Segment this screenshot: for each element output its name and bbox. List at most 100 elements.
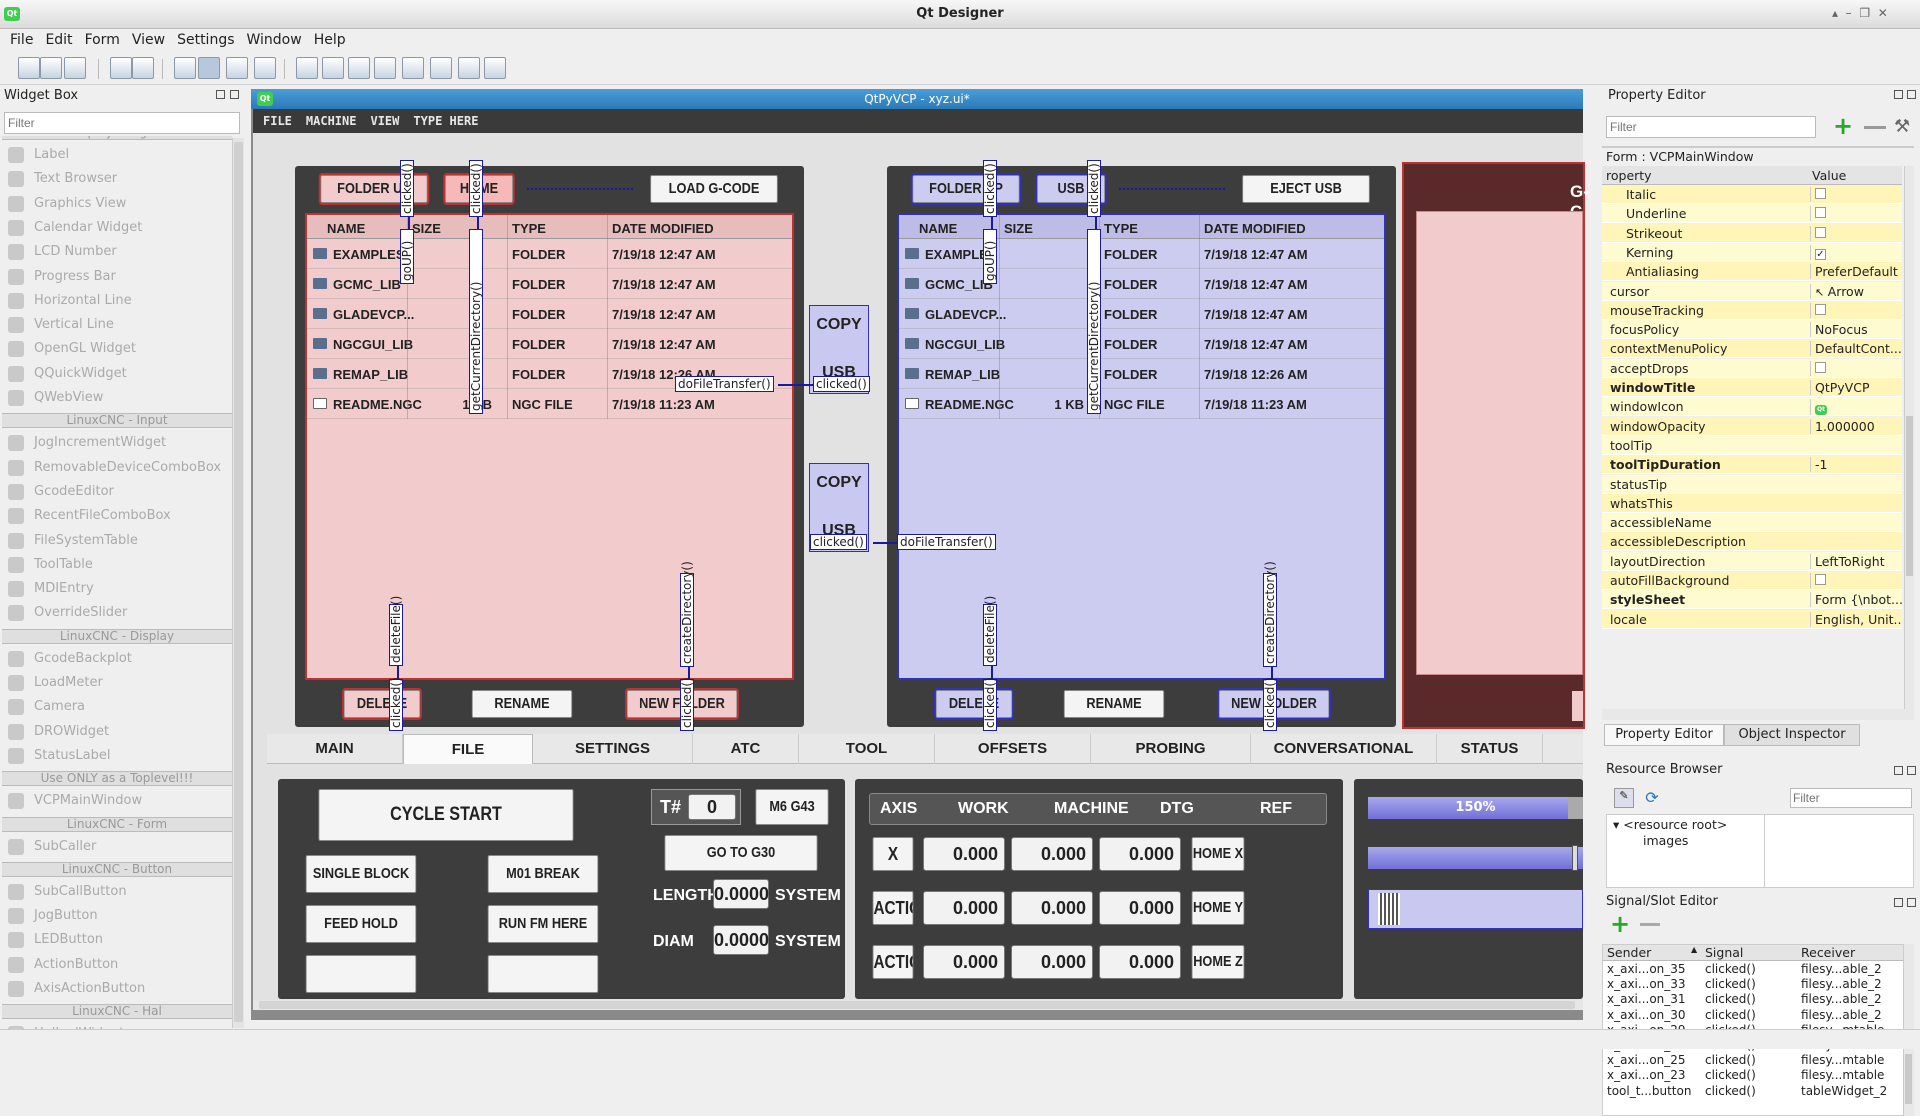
close-icon[interactable] <box>230 90 239 99</box>
checkbox-icon[interactable] <box>1815 207 1826 219</box>
adjust-size-icon[interactable] <box>484 57 506 79</box>
checkbox-icon[interactable] <box>1815 361 1826 373</box>
widget-item[interactable]: VCPMainWindow <box>4 789 232 813</box>
hidden-button[interactable] <box>305 955 417 993</box>
tab-object-inspector[interactable]: Object Inspector <box>1724 724 1860 746</box>
tab-settings[interactable]: SETTINGS <box>533 734 693 764</box>
signal-clicked-label[interactable]: clicked() <box>469 160 483 217</box>
slider-handle[interactable] <box>1572 845 1578 871</box>
widget-category-header[interactable]: Display Widgets <box>2 136 232 140</box>
feed-override-bar[interactable]: 150% <box>1368 797 1583 819</box>
close-icon[interactable] <box>1907 766 1916 775</box>
property-value[interactable]: QtPyVCP <box>1810 380 1902 395</box>
resource-files-view[interactable] <box>1764 814 1914 888</box>
spindle-override-slider[interactable] <box>1368 889 1583 929</box>
property-row[interactable]: layoutDirection LeftToRight <box>1602 551 1902 571</box>
widget-item[interactable]: StatusLabel <box>4 744 232 768</box>
widget-item[interactable]: ActionButton <box>4 953 232 977</box>
right-rename-button[interactable]: RENAME <box>1063 690 1165 718</box>
sort-icon[interactable]: ▲ <box>1691 945 1697 954</box>
property-value[interactable]: English, Unit... <box>1810 611 1902 627</box>
widget-item[interactable]: LoadMeter <box>4 671 232 695</box>
expand-icon[interactable]: ▾ <box>1613 817 1619 832</box>
left-rename-button[interactable]: RENAME <box>471 690 573 718</box>
widget-item[interactable]: JogIncrementWidget <box>4 431 232 455</box>
signal-clicked-label[interactable]: clicked() <box>680 677 694 731</box>
widget-item[interactable]: OverrideSlider <box>4 601 232 625</box>
signal-clicked-label[interactable]: clicked() <box>983 677 997 731</box>
right-eject-usb-button[interactable]: EJECT USB <box>1242 175 1370 203</box>
configure-icon[interactable]: ⚒ <box>1894 116 1910 137</box>
float-icon[interactable] <box>1894 766 1903 775</box>
widget-item[interactable]: GcodeBackplot <box>4 647 232 671</box>
widget-category-header[interactable]: LinuxCNC - Button <box>2 861 232 877</box>
property-value[interactable]: PreferDefault <box>1810 264 1902 280</box>
form-menu-type-here[interactable]: TYPE HERE <box>406 109 485 133</box>
tab-tool[interactable]: TOOL <box>799 734 935 764</box>
property-row[interactable]: accessibleName <box>1602 513 1902 533</box>
left-table-row[interactable]: GCMC_LIB FOLDER 7/19/18 12:47 AM <box>307 269 792 299</box>
left-delete-button[interactable]: DELETE <box>342 688 422 720</box>
column-header-size[interactable]: SIZE <box>412 221 441 236</box>
slot-doFileTransfer-label[interactable]: doFileTransfer() <box>675 376 774 392</box>
reload-icon[interactable]: ⟳ <box>1642 788 1662 808</box>
property-row[interactable]: focusPolicy NoFocus <box>1602 320 1902 340</box>
property-row[interactable]: locale English, Unit... <box>1602 609 1902 629</box>
minimize-icon[interactable]: – <box>1846 6 1852 20</box>
float-icon[interactable] <box>1894 898 1903 907</box>
menu-edit[interactable]: Edit <box>39 29 78 51</box>
remove-property-icon[interactable] <box>1864 126 1886 129</box>
tab-property-editor[interactable]: Property Editor <box>1604 724 1724 746</box>
property-row[interactable]: cursor ↖ Arrow <box>1602 281 1902 301</box>
right-folder-up-button[interactable]: FOLDER UP <box>910 173 1022 205</box>
property-row[interactable]: toolTipDuration -1 <box>1602 455 1902 475</box>
property-value[interactable] <box>1810 187 1902 202</box>
widget-item[interactable]: AxisActionButton <box>4 977 232 1001</box>
split-horizontal-icon[interactable] <box>348 57 370 79</box>
right-table-row[interactable]: EXAMPLES FOLDER 7/19/18 12:47 AM <box>899 239 1384 269</box>
split-vertical-icon[interactable] <box>374 57 396 79</box>
widget-box-scrollbar[interactable] <box>232 138 244 1028</box>
edit-taborder-icon[interactable] <box>254 57 276 79</box>
connection-row[interactable]: x_axi...on_23 clicked() filesy...mtable <box>1603 1068 1903 1083</box>
column-header-type[interactable]: TYPE <box>512 221 546 236</box>
property-value[interactable]: ✓ <box>1810 244 1902 260</box>
column-header-name[interactable]: NAME <box>919 221 957 236</box>
widget-category-header[interactable]: LinuxCNC - Input <box>2 413 232 429</box>
right-table-row[interactable]: GCMC_LIB FOLDER 7/19/18 12:47 AM <box>899 269 1384 299</box>
tab-probing[interactable]: PROBING <box>1091 734 1251 764</box>
layout-vertical-icon[interactable] <box>322 57 344 79</box>
tab-main[interactable]: MAIN <box>267 734 403 764</box>
close-icon[interactable] <box>1907 90 1916 99</box>
m01-break-button[interactable]: M01 BREAK <box>487 855 599 893</box>
property-row[interactable]: Antialiasing PreferDefault <box>1602 262 1902 282</box>
resource-root-item[interactable]: ▾ <resource root> <box>1613 817 1727 832</box>
property-row[interactable]: statusTip <box>1602 474 1902 494</box>
property-value[interactable]: Form {\nbot... <box>1810 592 1902 608</box>
checkbox-icon[interactable] <box>1815 188 1826 199</box>
scrollbar-thumb[interactable] <box>1906 416 1913 576</box>
column-header-type[interactable]: TYPE <box>1104 221 1138 236</box>
break-layout-icon[interactable] <box>458 57 480 79</box>
widget-item[interactable]: Text Browser <box>4 167 232 191</box>
widget-category-header[interactable]: Use ONLY as a Toplevel!!! <box>2 771 232 787</box>
scrollbar-thumb[interactable] <box>259 1001 1575 1009</box>
right-file-table[interactable]: NAME SIZE TYPE DATE MODIFIED EXAMPLES FOLDER 7… <box>897 213 1386 680</box>
resource-tree[interactable]: ▾ <resource root> images <box>1606 814 1766 888</box>
left-load-gcode-button[interactable]: LOAD G-CODE <box>650 175 778 203</box>
property-row[interactable]: Kerning ✓ <box>1602 242 1902 262</box>
widget-category-header[interactable]: LinuxCNC - Hal <box>2 1004 232 1020</box>
open-icon[interactable] <box>40 57 62 79</box>
widget-item[interactable]: Progress Bar <box>4 265 232 289</box>
signal-clicked-label[interactable]: clicked() <box>400 160 414 217</box>
bring-front-icon[interactable] <box>110 57 132 79</box>
menu-settings[interactable]: Settings <box>171 29 240 51</box>
column-header-date-modified[interactable]: DATE MODIFIED <box>612 221 714 236</box>
column-header-size[interactable]: SIZE <box>1004 221 1033 236</box>
widget-item[interactable]: Calendar Widget <box>4 216 232 240</box>
cycle-start-button[interactable]: CYCLE START <box>318 789 574 841</box>
connection-row[interactable]: x_axi...on_33 clicked() filesy...able_2 <box>1603 977 1903 992</box>
connection-row[interactable]: tool_t...button clicked() tableWidget_2 <box>1603 1084 1903 1099</box>
property-row[interactable]: whatsThis <box>1602 493 1902 513</box>
home-axis-button[interactable]: HOME X <box>1191 837 1245 871</box>
